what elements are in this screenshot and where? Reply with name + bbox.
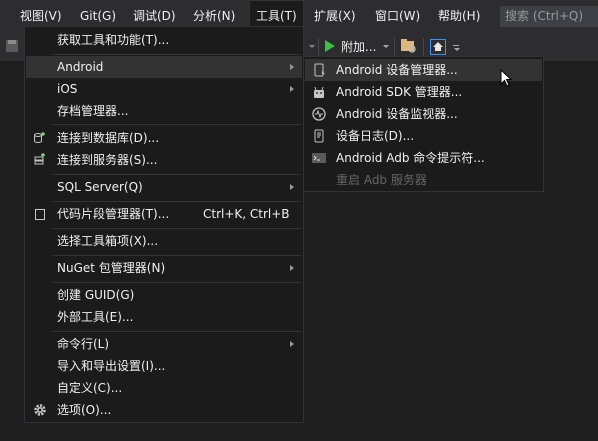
sdk-manager-icon (314, 86, 324, 98)
menu-item-ios[interactable]: iOS (26, 78, 302, 100)
mouse-cursor-icon (500, 69, 513, 87)
search-input[interactable]: 搜索 (Ctrl+Q) (500, 6, 598, 27)
save-icon[interactable] (6, 40, 18, 52)
menu-item-choose-toolbox-items[interactable]: 选择工具箱项(X)... (26, 230, 302, 252)
menu-item-label: 连接到服务器(S)... (57, 153, 158, 167)
dropdown-arrow-icon[interactable] (309, 45, 315, 48)
home-icon[interactable] (430, 39, 446, 55)
menu-item-shortcut: Ctrl+K, Ctrl+B (203, 207, 290, 221)
submenu-item-label: Android Adb 命令提示符... (336, 151, 485, 165)
menu-item-external-tools[interactable]: 外部工具(E)... (26, 306, 302, 328)
menu-item-import-export-settings[interactable]: 导入和导出设置(I)... (26, 355, 302, 377)
play-icon[interactable] (325, 40, 335, 52)
toolbar-separator (394, 38, 395, 56)
database-connect-icon (34, 132, 45, 143)
menu-separator (53, 124, 301, 125)
submenu-item-adb-prompt[interactable]: Android Adb 命令提示符... (305, 147, 542, 169)
server-connect-icon (34, 153, 45, 165)
menu-help[interactable]: 帮助(H) (438, 0, 480, 33)
menu-separator (53, 54, 301, 55)
terminal-icon (312, 153, 326, 163)
submenu-item-device-log[interactable]: 设备日志(D)... (305, 125, 542, 147)
menu-item-create-guid[interactable]: 创建 GUID(G) (26, 284, 302, 306)
submenu-arrow-icon (290, 265, 294, 271)
toolbar-separator (423, 38, 424, 56)
menu-item-label: 外部工具(E)... (57, 310, 134, 324)
menu-item-connect-database[interactable]: 连接到数据库(D)... (26, 127, 302, 149)
submenu-item-label: Android 设备监视器... (336, 107, 458, 121)
snippet-icon (35, 209, 45, 220)
menu-item-customize[interactable]: 自定义(C)... (26, 377, 302, 399)
menu-separator (53, 282, 301, 283)
tools-menu: 获取工具和功能(T)... Android iOS 存档管理器... 连接到数据… (24, 26, 304, 423)
device-manager-icon (314, 63, 325, 77)
menu-item-label: 存档管理器... (57, 104, 129, 118)
menu-separator (53, 174, 301, 175)
menu-item-options[interactable]: 选项(O)... (26, 399, 302, 421)
menu-separator (53, 228, 301, 229)
toolbar-overflow-icon[interactable] (453, 45, 459, 46)
gear-icon (34, 404, 46, 416)
submenu-item-label: 重启 Adb 服务器 (336, 173, 427, 187)
folder-icon[interactable] (401, 39, 416, 53)
menu-separator (53, 331, 301, 332)
submenu-arrow-icon (290, 64, 294, 70)
submenu-item-label: Android SDK 管理器... (336, 85, 463, 99)
menu-item-label: 连接到数据库(D)... (57, 131, 160, 145)
submenu-arrow-icon (290, 184, 294, 190)
menu-separator (53, 255, 301, 256)
menu-extensions[interactable]: 扩展(X) (314, 0, 356, 33)
device-monitor-icon (312, 107, 326, 121)
menu-item-label: 创建 GUID(G) (57, 288, 135, 302)
submenu-item-device-monitor[interactable]: Android 设备监视器... (305, 103, 542, 125)
menu-item-get-tools[interactable]: 获取工具和功能(T)... (26, 29, 302, 51)
submenu-item-label: 设备日志(D)... (336, 129, 415, 143)
toolbar-separator (318, 38, 319, 56)
menu-window[interactable]: 窗口(W) (375, 0, 420, 33)
menu-item-label: 获取工具和功能(T)... (57, 33, 170, 47)
menu-item-label: 自定义(C)... (57, 381, 123, 395)
submenu-arrow-icon (290, 86, 294, 92)
menu-item-label: 导入和导出设置(I)... (57, 359, 166, 373)
menu-item-command-line[interactable]: 命令行(L) (26, 333, 302, 355)
menu-item-snippet-manager[interactable]: 代码片段管理器(T)... Ctrl+K, Ctrl+B (26, 203, 302, 225)
menu-separator (53, 201, 301, 202)
menu-item-label: 选择工具箱项(X)... (57, 234, 159, 248)
menu-item-label: 代码片段管理器(T)... (57, 207, 170, 221)
menu-item-label: NuGet 包管理器(N) (57, 261, 166, 275)
menu-item-label: SQL Server(Q) (57, 180, 143, 194)
menu-item-connect-server[interactable]: 连接到服务器(S)... (26, 149, 302, 171)
submenu-item-label: Android 设备管理器... (336, 63, 458, 77)
menu-item-label: iOS (57, 82, 78, 96)
menu-item-android[interactable]: Android (26, 56, 302, 78)
chevron-down-icon[interactable] (454, 48, 460, 51)
menu-item-label: Android (57, 60, 104, 74)
submenu-item-restart-adb: 重启 Adb 服务器 (305, 169, 542, 191)
chevron-down-icon[interactable] (383, 45, 389, 48)
menu-item-label: 选项(O)... (57, 403, 112, 417)
menu-item-nuget[interactable]: NuGet 包管理器(N) (26, 257, 302, 279)
menu-item-label: 命令行(L) (57, 337, 110, 351)
menu-item-archive-manager[interactable]: 存档管理器... (26, 100, 302, 122)
submenu-arrow-icon (290, 341, 294, 347)
device-log-icon (314, 129, 324, 143)
menu-item-sql-server[interactable]: SQL Server(Q) (26, 176, 302, 198)
